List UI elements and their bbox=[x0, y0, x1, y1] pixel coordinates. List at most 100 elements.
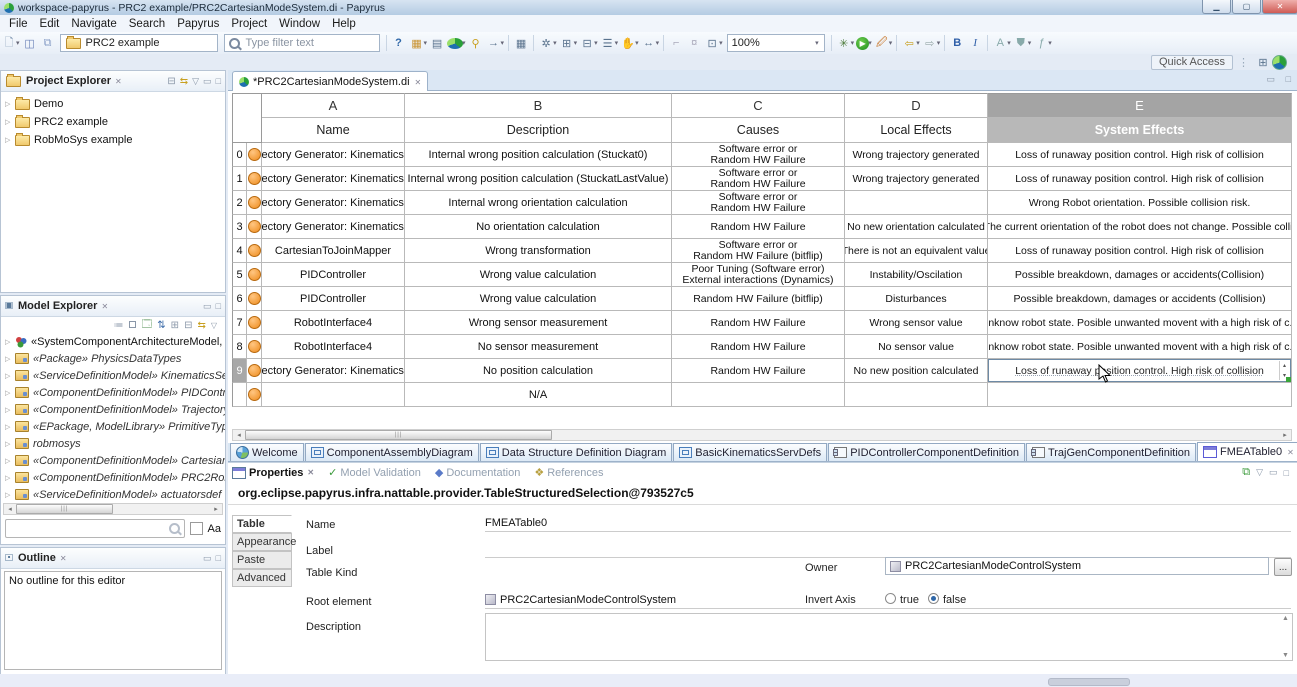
row-header[interactable]: 9 bbox=[232, 359, 247, 383]
link-icon[interactable]: ⚲ bbox=[468, 35, 484, 51]
cell-local-effects[interactable]: There is not an equivalent value bbox=[845, 239, 988, 263]
tab-datastructuredefinitiondiagram[interactable]: Data Structure Definition Diagram bbox=[480, 443, 672, 461]
new-wizard-dropdown[interactable]: ▾ bbox=[16, 39, 20, 47]
outline-close-icon[interactable]: ✕ bbox=[60, 554, 67, 563]
fill-color-dropdown[interactable]: ▾ bbox=[1028, 39, 1032, 47]
properties-tab-close-icon[interactable]: ✕ bbox=[307, 468, 314, 477]
cell-causes[interactable]: Software error orRandom HW Failure bbox=[672, 167, 845, 191]
minimize-view-icon[interactable]: ▭ bbox=[1269, 467, 1278, 478]
project-item-prc2-example[interactable]: ▷PRC2 example bbox=[1, 113, 225, 131]
menu-project[interactable]: Project bbox=[225, 17, 273, 31]
project-explorer-close-icon[interactable]: ✕ bbox=[115, 77, 122, 86]
cell-name[interactable] bbox=[262, 383, 405, 407]
model-explorer-close-icon[interactable]: ✕ bbox=[101, 302, 108, 311]
forward-icon[interactable]: → bbox=[486, 35, 502, 51]
cell-causes[interactable]: Software error orRandom HW Failure (bitf… bbox=[672, 239, 845, 263]
route-icon[interactable]: ↔ bbox=[641, 35, 657, 51]
view-menu-icon[interactable]: ▽ bbox=[192, 76, 199, 87]
cell-description[interactable]: No sensor measurement bbox=[405, 335, 672, 359]
row-status-cell[interactable] bbox=[247, 335, 262, 359]
cell-causes[interactable] bbox=[672, 383, 845, 407]
row-status-cell[interactable] bbox=[247, 143, 262, 167]
description-textarea[interactable]: ▲▼ bbox=[485, 613, 1293, 661]
col-header-a[interactable]: A bbox=[262, 93, 405, 118]
side-tab-appearance[interactable]: Appearance bbox=[232, 533, 292, 551]
row-header[interactable] bbox=[232, 383, 247, 407]
view-menu-icon[interactable]: ▽ bbox=[211, 321, 217, 330]
line-style-dropdown[interactable]: ▾ bbox=[1048, 39, 1052, 47]
row-status-cell[interactable] bbox=[247, 239, 262, 263]
model-item-prc2robot[interactable]: ▷«ComponentDefinitionModel» PRC2Robot bbox=[1, 469, 225, 486]
new-child-icon[interactable]: 🗔 bbox=[141, 317, 152, 334]
select-tool-icon[interactable]: ✋ bbox=[620, 35, 636, 51]
cell-description[interactable]: Internal wrong position calculation (Stu… bbox=[405, 167, 672, 191]
tab-welcome[interactable]: Welcome bbox=[230, 443, 304, 461]
col-title-system-effects[interactable]: System Effects bbox=[988, 118, 1292, 143]
menu-window[interactable]: Window bbox=[273, 17, 326, 31]
cell-causes[interactable]: Random HW Failure bbox=[672, 359, 845, 383]
new-model-icon[interactable]: ▦ bbox=[409, 35, 425, 51]
cell-name[interactable]: PIDController bbox=[262, 287, 405, 311]
owner-input[interactable]: PRC2CartesianModeControlSystem bbox=[885, 557, 1269, 575]
layers-icon[interactable]: ⊟ bbox=[579, 35, 595, 51]
cell-description[interactable]: Internal wrong position calculation (Stu… bbox=[405, 143, 672, 167]
side-tab-table[interactable]: Table bbox=[232, 515, 292, 533]
align-center-icon[interactable]: ¤ bbox=[686, 35, 702, 51]
col-header-b[interactable]: B bbox=[405, 93, 672, 118]
close-window-button[interactable]: ✕ bbox=[1262, 0, 1297, 14]
row-header[interactable]: 7 bbox=[232, 311, 247, 335]
debug-icon[interactable]: ✳ bbox=[836, 35, 852, 51]
papyrus-refresh-dropdown[interactable]: ▾ bbox=[462, 39, 466, 47]
tree-icon[interactable]: ⊞ bbox=[559, 35, 575, 51]
bottom-hscroll-thumb[interactable] bbox=[1048, 678, 1130, 686]
save-icon[interactable]: ◫ bbox=[22, 35, 38, 51]
validation-dropdown[interactable]: ▾ bbox=[553, 39, 557, 47]
external-tools-icon[interactable]: 🖉 bbox=[874, 35, 890, 51]
select-tool-dropdown[interactable]: ▾ bbox=[635, 39, 639, 47]
cell-description[interactable]: Internal wrong orientation calculation bbox=[405, 191, 672, 215]
cell-causes[interactable]: Random HW Failure bbox=[672, 335, 845, 359]
font-color-dropdown[interactable]: ▾ bbox=[1007, 39, 1011, 47]
font-color-icon[interactable]: A bbox=[992, 35, 1008, 51]
italic-icon[interactable]: I bbox=[967, 35, 983, 51]
menu-navigate[interactable]: Navigate bbox=[65, 17, 122, 31]
model-item-trajectorygen[interactable]: ▷«ComponentDefinitionModel» TrajectoryG bbox=[1, 401, 225, 418]
cell-name[interactable]: ajectory Generator: Kinematics... bbox=[262, 191, 405, 215]
owner-browse-button[interactable]: ... bbox=[1274, 558, 1292, 576]
cell-causes[interactable]: Poor Tuning (Software error)External int… bbox=[672, 263, 845, 287]
quick-access-button[interactable]: Quick Access bbox=[1151, 55, 1233, 70]
minimize-view-icon[interactable]: ▭ bbox=[203, 76, 212, 87]
model-item-robmosys[interactable]: ▷robmosys bbox=[1, 435, 225, 452]
fill-color-icon[interactable]: ⛊ bbox=[1013, 35, 1029, 51]
model-item-cartesianto[interactable]: ▷«ComponentDefinitionModel» CartesianTo bbox=[1, 452, 225, 469]
invert-axis-true-radio[interactable] bbox=[885, 593, 896, 604]
row-header[interactable]: 5 bbox=[232, 263, 247, 287]
cell-local-effects[interactable]: No sensor value bbox=[845, 335, 988, 359]
col-header-d[interactable]: D bbox=[845, 93, 988, 118]
menu-search[interactable]: Search bbox=[123, 17, 171, 31]
cell-name[interactable]: ajectory Generator: Kinematics... bbox=[262, 359, 405, 383]
layers-dropdown[interactable]: ▾ bbox=[594, 39, 598, 47]
collapse-all-icon[interactable]: ⊟ bbox=[184, 320, 192, 331]
col-title-causes[interactable]: Causes bbox=[672, 118, 845, 143]
model-item-architecture-model[interactable]: ▷ «SystemComponentArchitectureModel, S bbox=[1, 333, 225, 350]
cell-description[interactable]: No orientation calculation bbox=[405, 215, 672, 239]
link-with-editor-icon[interactable]: ⇆ bbox=[197, 320, 205, 331]
maximize-editor-icon[interactable]: □ bbox=[1286, 74, 1291, 84]
cell-system-effects[interactable]: Wrong Robot orientation. Possible collis… bbox=[988, 191, 1292, 215]
cell-description[interactable]: No position calculation bbox=[405, 359, 672, 383]
cell-system-effects[interactable]: Loss of runaway position control. High r… bbox=[988, 143, 1292, 167]
cell-description[interactable]: N/A bbox=[405, 383, 672, 407]
invert-axis-false-label[interactable]: false bbox=[943, 594, 966, 606]
invert-axis-true-label[interactable]: true bbox=[900, 594, 919, 606]
cell-local-effects[interactable]: Wrong trajectory generated bbox=[845, 167, 988, 191]
cell-system-effects[interactable]: Loss of runaway position control. High r… bbox=[988, 239, 1292, 263]
list-dropdown[interactable]: ▾ bbox=[615, 39, 619, 47]
row-header[interactable]: 2 bbox=[232, 191, 247, 215]
route-dropdown[interactable]: ▾ bbox=[656, 39, 660, 47]
editor-tab-close-icon[interactable]: ✕ bbox=[415, 78, 422, 87]
model-item-primitivetypes[interactable]: ▷«EPackage, ModelLibrary» PrimitiveTypes bbox=[1, 418, 225, 435]
description-scrollbar[interactable]: ▲▼ bbox=[1280, 615, 1291, 659]
zoom-combo[interactable]: 100%▾ bbox=[727, 34, 825, 52]
cell-local-effects[interactable]: No new position calculated bbox=[845, 359, 988, 383]
